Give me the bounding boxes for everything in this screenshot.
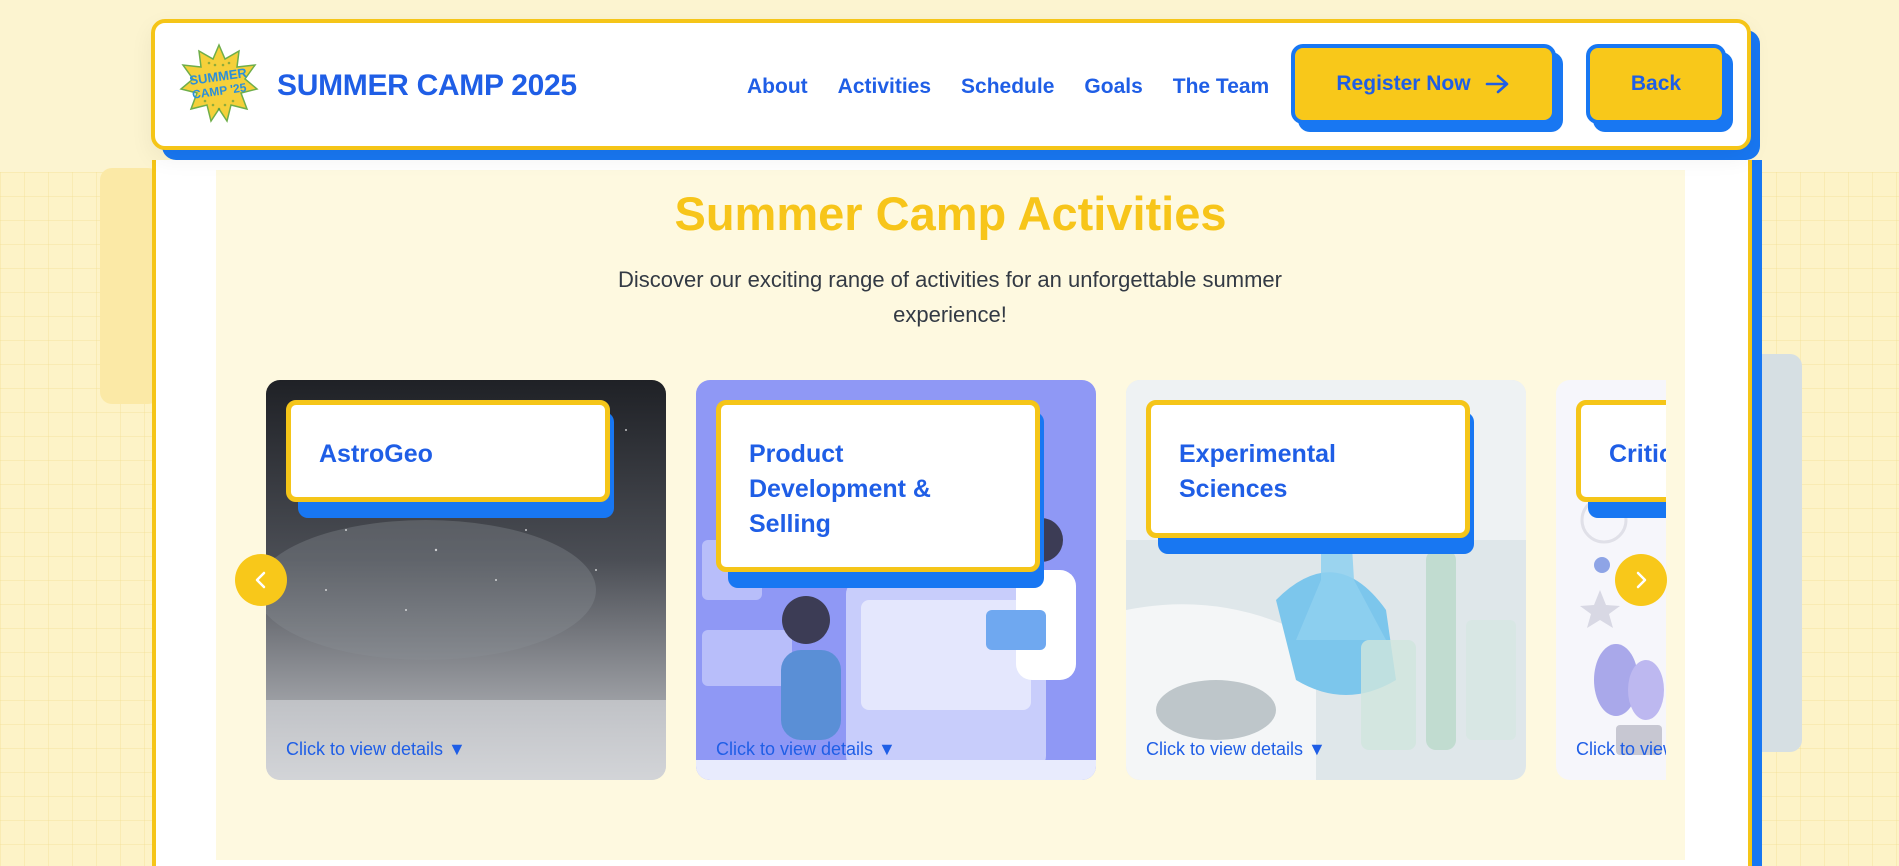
card-title-critic: Critic [1576,400,1666,502]
carousel-next-button[interactable] [1615,554,1667,606]
nav-link-about[interactable]: About [747,75,808,99]
chevron-left-icon [255,571,266,589]
section-title: Summer Camp Activities [674,187,1227,240]
card-cta-product-development[interactable]: Click to view details ▼ [716,739,896,760]
nav-link-activities[interactable]: Activities [838,75,931,99]
back-button[interactable]: Back [1586,44,1726,124]
carousel-prev-button[interactable] [235,554,287,606]
activities-carousel: AstroGeo Click to view details ▼ Product… [266,380,1666,780]
decor-block-left [100,168,160,404]
back-button-label: Back [1630,72,1682,95]
nav-link-goals[interactable]: Goals [1084,75,1142,99]
card-title-experimental-sciences: Experimental Sciences [1146,400,1470,538]
arrow-right-icon [1485,74,1508,94]
camp-logo[interactable]: SUMMER CAMP '25 [179,43,259,123]
card-cta-experimental-sciences[interactable]: Click to view details ▼ [1146,739,1326,760]
register-button[interactable]: Register Now [1291,44,1556,124]
section-subtitle: Discover our exciting range of activitie… [618,267,1282,327]
chevron-right-icon [1636,571,1647,589]
card-cta-critic[interactable]: Click to view details ▼ [1576,739,1666,760]
nav-link-schedule[interactable]: Schedule [961,75,1054,99]
card-title-astrogeo: AstroGeo [286,400,610,502]
card-cta-astrogeo[interactable]: Click to view details ▼ [286,739,466,760]
card-title-product-development: Product Development & Selling [716,400,1040,572]
main-nav: About Activities Schedule Goals The Team [747,75,1299,99]
register-button-label: Register Now [1336,72,1471,95]
brand-title[interactable]: SUMMER CAMP 2025 [277,69,577,103]
nav-link-team[interactable]: The Team [1173,75,1269,99]
